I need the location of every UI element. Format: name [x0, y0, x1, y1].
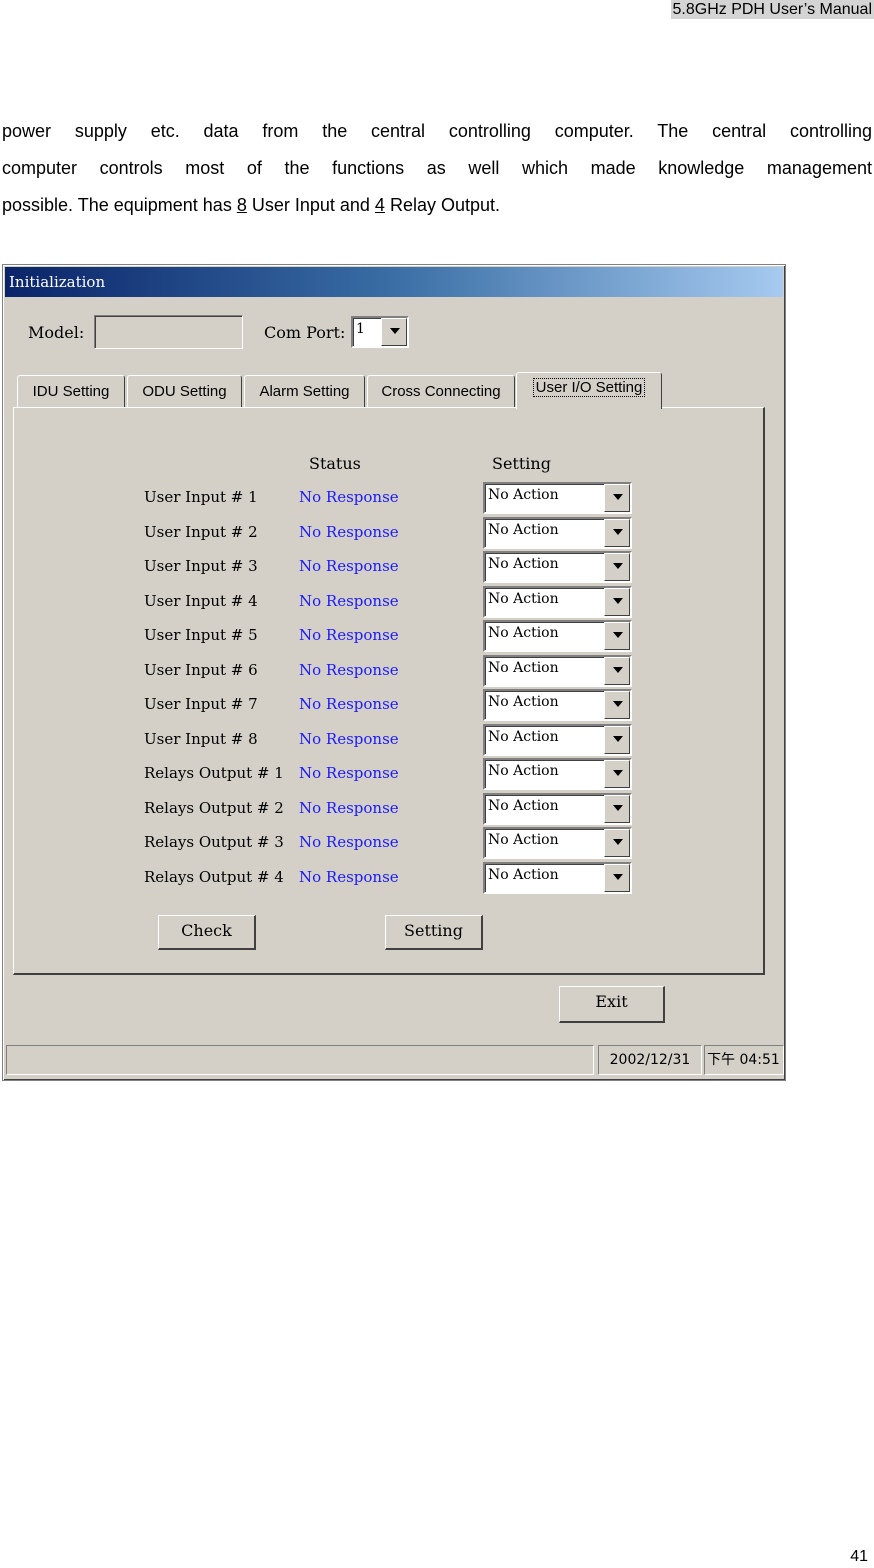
paragraph-line: possible. The equipment has 8 User Input…: [2, 195, 500, 215]
io-row-setting-value: No Action: [488, 763, 559, 779]
paragraph-line: power supply etc. data from the central …: [2, 121, 872, 141]
io-row-label: User Input # 4: [144, 591, 258, 610]
chevron-down-icon[interactable]: [381, 318, 407, 346]
tab-user-io-setting[interactable]: User I/O Setting: [516, 372, 662, 409]
io-row-setting-value: No Action: [488, 625, 559, 641]
io-row-status: No Response: [299, 591, 399, 610]
chevron-down-icon[interactable]: [604, 553, 630, 581]
io-row-setting-select[interactable]: No Action: [483, 792, 632, 825]
io-row-status: No Response: [299, 764, 399, 782]
io-row-setting-value: No Action: [488, 521, 559, 538]
chevron-down-icon[interactable]: [604, 863, 630, 892]
io-row-setting-select[interactable]: No Action: [483, 758, 632, 790]
statusbar-message: [6, 1045, 594, 1075]
io-row-setting-select[interactable]: No Action: [483, 482, 632, 514]
statusbar-time: 下午 04:51: [704, 1045, 784, 1075]
relay-output-count: 4: [374, 195, 385, 215]
io-row-setting-value: No Action: [488, 866, 559, 883]
io-row-status: No Response: [299, 729, 399, 748]
document-header: 5.8GHz PDH User’s Manual: [670, 0, 874, 19]
comport-select[interactable]: 1: [351, 316, 409, 348]
io-row-label: User Input # 1: [144, 488, 258, 506]
window-titlebar[interactable]: Initialization: [5, 267, 783, 297]
io-row-setting-value: No Action: [488, 659, 559, 676]
io-row-label: User Input # 5: [144, 626, 258, 644]
chevron-down-icon[interactable]: [604, 829, 630, 857]
io-row-setting-value: No Action: [488, 487, 559, 503]
io-row-setting-select[interactable]: No Action: [483, 723, 632, 756]
io-row-setting-select[interactable]: No Action: [483, 585, 632, 618]
io-row-setting-select[interactable]: No Action: [483, 861, 632, 894]
tab-idu-setting[interactable]: IDU Setting: [17, 375, 125, 408]
io-row-setting-select[interactable]: No Action: [483, 516, 632, 549]
io-row-label: Relays Output # 4: [144, 867, 284, 886]
io-row-status: No Response: [299, 833, 399, 851]
chevron-down-icon[interactable]: [604, 587, 630, 616]
window-title: Initialization: [9, 273, 106, 291]
io-row-status: No Response: [299, 798, 399, 817]
body-paragraph: power supply etc. data from the central …: [2, 113, 872, 224]
io-row-setting-value: No Action: [488, 832, 559, 848]
io-row-setting-select[interactable]: No Action: [483, 827, 632, 859]
io-row-label: Relays Output # 2: [144, 798, 284, 817]
statusbar-date: 2002/12/31: [598, 1045, 702, 1075]
chevron-down-icon[interactable]: [604, 518, 630, 547]
io-row-label: User Input # 2: [144, 522, 258, 541]
user-input-count: 8: [236, 195, 247, 215]
comport-label: Com Port:: [264, 323, 346, 342]
page-number: 41: [850, 1548, 868, 1565]
io-row-status: No Response: [299, 488, 399, 506]
io-row-status: No Response: [299, 867, 399, 886]
model-label: Model:: [28, 323, 85, 342]
status-column-header: Status: [309, 454, 361, 473]
chevron-down-icon[interactable]: [604, 484, 630, 512]
io-row-status: No Response: [299, 522, 399, 541]
io-row-status: No Response: [299, 626, 399, 644]
chevron-down-icon[interactable]: [604, 794, 630, 823]
io-row-setting-select[interactable]: No Action: [483, 654, 632, 687]
io-row-setting-value: No Action: [488, 556, 559, 572]
comport-value: 1: [356, 321, 365, 337]
setting-column-header: Setting: [492, 454, 551, 473]
chevron-down-icon[interactable]: [604, 656, 630, 685]
chevron-down-icon[interactable]: [604, 691, 630, 719]
paragraph-line: computer controls most of the functions …: [2, 158, 872, 178]
io-row-label: Relays Output # 1: [144, 764, 284, 782]
io-row-setting-value: No Action: [488, 797, 559, 814]
io-row-label: Relays Output # 3: [144, 833, 284, 851]
io-row-setting-select[interactable]: No Action: [483, 551, 632, 583]
chevron-down-icon[interactable]: [604, 725, 630, 754]
tab-odu-setting[interactable]: ODU Setting: [127, 375, 242, 408]
check-button[interactable]: Check: [158, 915, 256, 950]
tab-cross-connecting[interactable]: Cross Connecting: [367, 375, 515, 408]
io-row-setting-select[interactable]: No Action: [483, 689, 632, 721]
setting-button[interactable]: Setting: [385, 915, 483, 950]
io-row-status: No Response: [299, 660, 399, 679]
model-field[interactable]: [94, 315, 243, 349]
chevron-down-icon[interactable]: [604, 760, 630, 788]
io-row-status: No Response: [299, 695, 399, 713]
io-row-label: User Input # 8: [144, 729, 258, 748]
io-row-setting-value: No Action: [488, 590, 559, 607]
io-row-label: User Input # 6: [144, 660, 258, 679]
io-row-setting-value: No Action: [488, 694, 559, 710]
exit-button[interactable]: Exit: [559, 986, 665, 1023]
io-row-setting-value: No Action: [488, 728, 559, 745]
io-row-setting-select[interactable]: No Action: [483, 620, 632, 652]
io-row-status: No Response: [299, 557, 399, 575]
io-row-label: User Input # 3: [144, 557, 258, 575]
chevron-down-icon[interactable]: [604, 622, 630, 650]
tab-alarm-setting[interactable]: Alarm Setting: [244, 375, 365, 408]
io-row-label: User Input # 7: [144, 695, 258, 713]
